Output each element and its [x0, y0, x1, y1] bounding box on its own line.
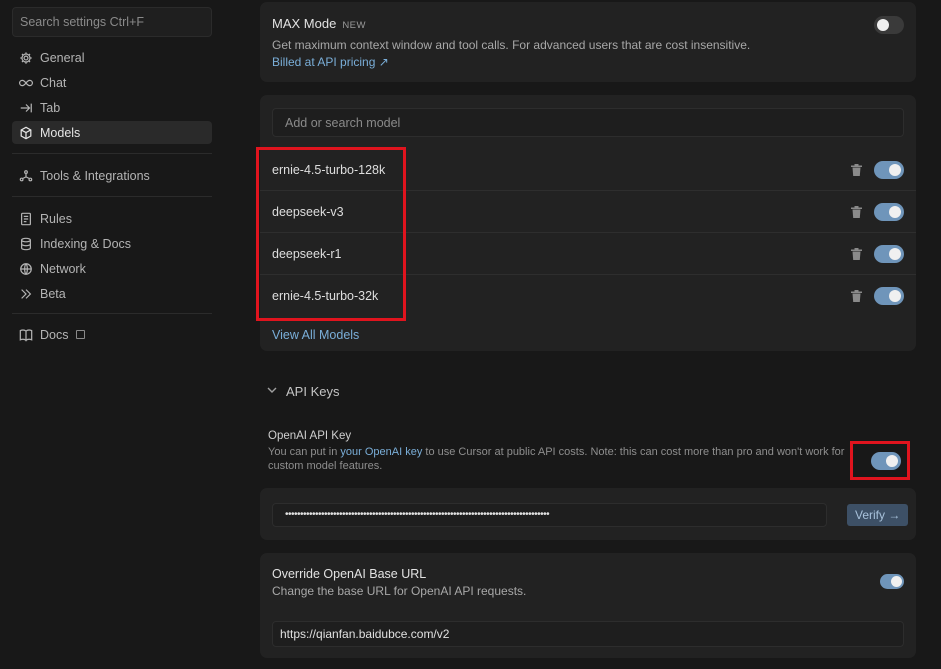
model-search-input[interactable]: Add or search model [272, 108, 904, 137]
api-key-input[interactable]: ••••••••••••••••••••••••••••••••••••••••… [272, 503, 827, 527]
openai-key-description: You can put in your OpenAI key to use Cu… [268, 446, 848, 458]
toggle-knob [891, 576, 902, 587]
view-all-models-link[interactable]: View All Models [272, 328, 359, 342]
toggle-knob [889, 248, 901, 260]
verify-button[interactable]: Verify → [847, 504, 909, 526]
toggle-knob [877, 19, 889, 31]
sidebar-item-general[interactable]: General [12, 46, 212, 69]
max-mode-card: MAX Mode NEW Get maximum context window a… [260, 2, 916, 82]
trash-icon[interactable] [851, 164, 862, 176]
max-mode-toggle[interactable] [874, 16, 904, 34]
model-name: deepseek-r1 [272, 247, 342, 261]
max-mode-title-row: MAX Mode NEW [272, 16, 366, 31]
model-name: deepseek-v3 [272, 205, 344, 219]
infinity-icon [18, 75, 34, 91]
model-row: deepseek-v3 [260, 191, 916, 233]
model-toggle[interactable] [874, 161, 904, 179]
api-keys-title: API Keys [286, 384, 340, 399]
sidebar-item-label: Beta [40, 286, 66, 301]
tools-icon [18, 168, 34, 184]
globe-icon [18, 261, 34, 277]
openai-key-title: OpenAI API Key [268, 430, 352, 442]
rules-icon [18, 211, 34, 227]
sidebar-divider [12, 313, 212, 314]
model-row: ernie-4.5-turbo-128k [260, 149, 916, 191]
model-row: deepseek-r1 [260, 233, 916, 275]
base-url-title: Override OpenAI Base URL [272, 567, 427, 581]
database-icon [18, 236, 34, 252]
model-row: ernie-4.5-turbo-32k [260, 275, 916, 317]
sidebar-item-label: Chat [40, 75, 67, 90]
api-keys-section-header[interactable]: API Keys [266, 384, 339, 399]
model-toggle[interactable] [874, 203, 904, 221]
trash-icon[interactable] [851, 206, 862, 218]
gear-icon [18, 50, 34, 66]
billing-link[interactable]: Billed at API pricing ↗ [272, 55, 389, 69]
sidebar-item-label: Tab [40, 100, 61, 115]
sidebar-item-chat[interactable]: Chat [12, 71, 212, 94]
desc-text: to use Cursor at public API costs. Note:… [422, 446, 845, 458]
sidebar-item-label: Network [40, 261, 86, 276]
base-url-description: Change the base URL for OpenAI API reque… [272, 584, 527, 598]
toggle-knob [889, 206, 901, 218]
sidebar-item-label: Tools & Integrations [40, 168, 150, 183]
sidebar-divider [12, 196, 212, 197]
settings-search-input[interactable]: Search settings Ctrl+F [12, 7, 212, 37]
double-chevron-icon [18, 286, 34, 302]
sidebar-item-label: General [40, 50, 85, 65]
sidebar-item-indexing[interactable]: Indexing & Docs [12, 232, 212, 255]
external-link-icon [76, 330, 86, 339]
new-badge: NEW [342, 20, 366, 31]
sidebar-item-network[interactable]: Network [12, 257, 212, 280]
tab-arrow-icon [18, 100, 34, 116]
model-name: ernie-4.5-turbo-128k [272, 163, 386, 177]
sidebar-divider [12, 153, 212, 154]
toggle-knob [889, 164, 901, 176]
base-url-input[interactable]: https://qianfan.baidubce.com/v2 [272, 621, 904, 647]
sidebar-item-label: Rules [40, 211, 72, 226]
trash-icon[interactable] [851, 290, 862, 302]
sidebar-item-docs[interactable]: Docs [12, 323, 212, 346]
sidebar-item-label: Models [40, 125, 81, 140]
settings-sidebar: Search settings Ctrl+F General Chat Tab … [0, 0, 224, 669]
cube-icon [18, 125, 34, 141]
model-toggle[interactable] [874, 287, 904, 305]
sidebar-item-tab[interactable]: Tab [12, 96, 212, 119]
max-mode-title: MAX Mode [272, 16, 337, 31]
openai-key-toggle[interactable] [871, 452, 901, 470]
book-icon [18, 327, 34, 343]
model-toggle[interactable] [874, 245, 904, 263]
sidebar-item-tools[interactable]: Tools & Integrations [12, 164, 212, 187]
model-name: ernie-4.5-turbo-32k [272, 289, 379, 303]
toggle-knob [886, 455, 898, 467]
sidebar-item-label: Indexing & Docs [40, 236, 132, 251]
max-mode-description: Get maximum context window and tool call… [272, 38, 751, 52]
sidebar-item-rules[interactable]: Rules [12, 207, 212, 230]
chevron-down-icon [266, 384, 279, 399]
sidebar-item-beta[interactable]: Beta [12, 282, 212, 305]
openai-key-description-line2: custom model features. [268, 460, 383, 472]
trash-icon[interactable] [851, 248, 862, 260]
openai-key-link[interactable]: your OpenAI key [340, 446, 422, 458]
toggle-knob [889, 290, 901, 302]
base-url-toggle[interactable] [880, 574, 904, 589]
sidebar-item-models[interactable]: Models [12, 121, 212, 144]
desc-text: You can put in [268, 446, 341, 458]
sidebar-item-label: Docs [40, 327, 69, 342]
